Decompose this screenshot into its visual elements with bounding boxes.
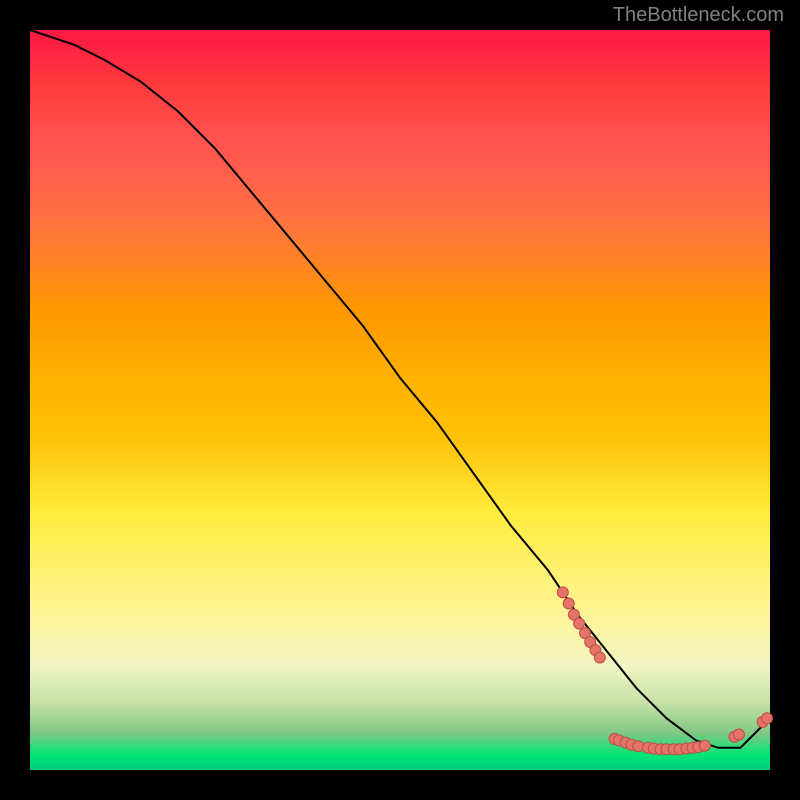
data-marker (699, 740, 710, 751)
data-marker (574, 618, 585, 629)
data-marker (594, 652, 605, 663)
data-marker (563, 598, 574, 609)
data-markers (557, 587, 772, 755)
chart-plot-area (30, 30, 770, 770)
data-marker (733, 729, 744, 740)
curve-line (30, 30, 770, 748)
data-marker (762, 713, 773, 724)
data-marker (557, 587, 568, 598)
chart-svg (30, 30, 770, 770)
watermark-text: TheBottleneck.com (613, 4, 784, 27)
